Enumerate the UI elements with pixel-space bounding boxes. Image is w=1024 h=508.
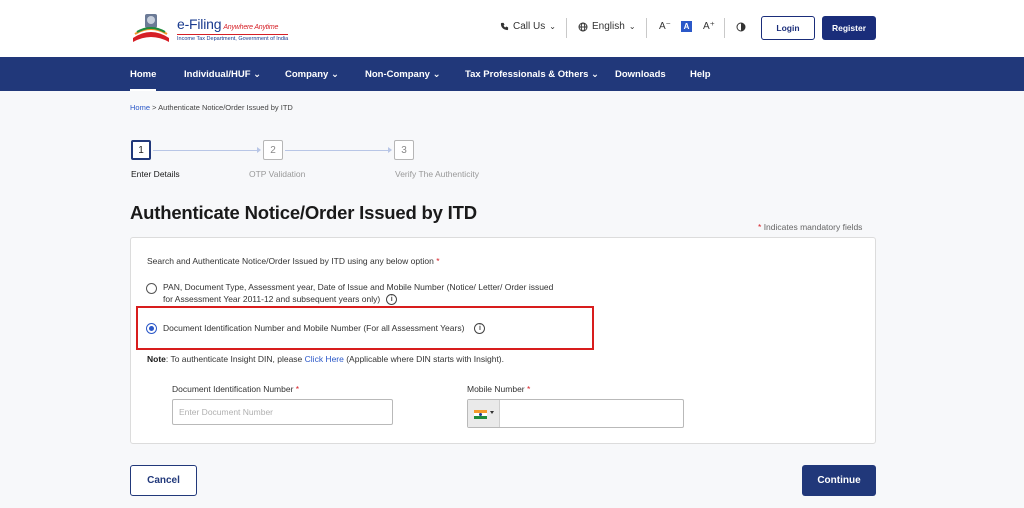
chevron-down-icon: ⌄ [253,69,262,80]
step-2-label: OTP Validation [249,169,306,179]
mobile-label-text: Mobile Number [467,384,525,394]
chevron-down-icon: ⌄ [591,69,599,80]
required-marker: * [758,222,762,232]
chevron-down-icon: ⌄ [432,69,441,80]
emblem-icon [133,14,169,42]
step-1-label: Enter Details [131,169,180,179]
nav-company[interactable]: Company ⌄ [285,69,339,80]
chevron-down-icon: ⌄ [628,22,636,31]
option-din-text: Document Identification Number and Mobil… [163,323,465,333]
mobile-label: Mobile Number * [467,384,530,394]
globe-icon [578,22,588,31]
main-nav: Home Individual/HUF ⌄ Company ⌄ Non-Comp… [0,57,1024,91]
logo-tagline: Anywhere Anytime [223,24,279,31]
option-din-radio[interactable] [146,323,157,334]
logo-title: e-Filing [177,16,222,32]
required-marker: * [436,256,440,266]
info-icon[interactable]: i [474,323,486,335]
required-marker: * [295,384,300,394]
divider [724,18,725,38]
caret-down-icon [490,411,494,414]
step-connector [285,150,388,151]
step-3-box: 3 [394,140,414,160]
arrow-right-icon [257,147,261,153]
option-pan-line1: PAN, Document Type, Assessment year, Dat… [163,282,554,292]
divider [566,18,567,38]
step-1-box: 1 [131,140,151,160]
font-decrease-button[interactable]: A⁻ [659,21,671,32]
mandatory-note-text: Indicates mandatory fields [763,222,863,232]
note-suffix: (Applicable where DIN starts with Insigh… [343,354,505,364]
country-code-selector[interactable] [468,400,500,427]
divider [646,18,647,38]
nav-non-company[interactable]: Non-Company ⌄ [365,69,441,80]
font-increase-button[interactable]: A⁺ [703,21,715,32]
mobile-input[interactable] [501,400,683,427]
step-2-box: 2 [263,140,283,160]
insight-din-note: Note: To authenticate Insight DIN, pleas… [147,354,504,364]
required-marker: * [527,384,531,394]
arrow-right-icon [388,147,392,153]
efiling-logo[interactable]: e-Filing Anywhere Anytime Income Tax Depa… [131,12,291,46]
nav-label: Individual/HUF [184,69,251,80]
nav-help[interactable]: Help [690,69,711,80]
breadcrumb-current: Authenticate Notice/Order Issued by ITD [158,103,293,112]
step-connector [153,150,257,151]
note-label: Note [147,354,166,364]
click-here-link[interactable]: Click Here [305,354,344,364]
option-pan-label[interactable]: PAN, Document Type, Assessment year, Dat… [163,281,554,306]
breadcrumb-home[interactable]: Home [130,103,150,112]
nav-label: Company [285,69,329,80]
nav-label: Non-Company [365,69,430,80]
breadcrumb-separator: > [152,103,157,112]
contrast-icon[interactable] [736,22,746,32]
mobile-field [467,399,684,428]
cancel-button[interactable]: Cancel [130,465,197,496]
logo-subtitle: Income Tax Department, Government of Ind… [177,34,289,42]
option-pan-line2: for Assessment Year 2011-12 and subseque… [163,293,553,306]
search-intro-text: Search and Authenticate Notice/Order Iss… [147,256,434,266]
option-pan-radio[interactable] [146,283,157,294]
nav-home[interactable]: Home [130,69,157,91]
option-pan-line2-text: for Assessment Year 2011-12 and subseque… [163,294,381,304]
top-header: e-Filing Anywhere Anytime Income Tax Depa… [0,0,1024,57]
page-title: Authenticate Notice/Order Issued by ITD [130,202,477,223]
register-button[interactable]: Register [822,16,876,40]
din-label-text: Document Identification Number [172,384,294,394]
search-intro: Search and Authenticate Notice/Order Iss… [147,256,440,266]
chevron-down-icon: ⌄ [330,69,339,80]
option-din-label[interactable]: Document Identification Number and Mobil… [163,322,486,335]
india-flag-icon [474,410,487,419]
din-input[interactable] [172,399,393,425]
mandatory-note: * Indicates mandatory fields [758,222,862,232]
phone-icon [500,22,509,31]
login-button[interactable]: Login [761,16,815,40]
nav-individual-huf[interactable]: Individual/HUF ⌄ [184,69,261,80]
din-label: Document Identification Number * [172,384,299,394]
step-3-label: Verify The Authenticity [395,169,479,179]
chevron-down-icon: ⌄ [549,22,556,31]
search-options-card: Search and Authenticate Notice/Order Iss… [130,237,876,444]
call-us-dropdown[interactable]: Call Us ⌄ [500,21,556,32]
nav-label: Tax Professionals & Others [465,69,589,80]
note-text: : To authenticate Insight DIN, please [165,354,305,364]
call-us-label: Call Us [513,21,546,32]
breadcrumb: Home > Authenticate Notice/Order Issued … [130,103,293,112]
continue-button[interactable]: Continue [802,465,876,496]
nav-downloads[interactable]: Downloads [615,69,666,80]
font-normal-button[interactable]: A [681,21,692,32]
info-icon[interactable]: i [386,294,398,306]
language-selector[interactable]: English ⌄ [578,21,636,32]
language-label: English [592,21,625,32]
nav-tax-professionals[interactable]: Tax Professionals & Others ⌄ [465,69,599,80]
